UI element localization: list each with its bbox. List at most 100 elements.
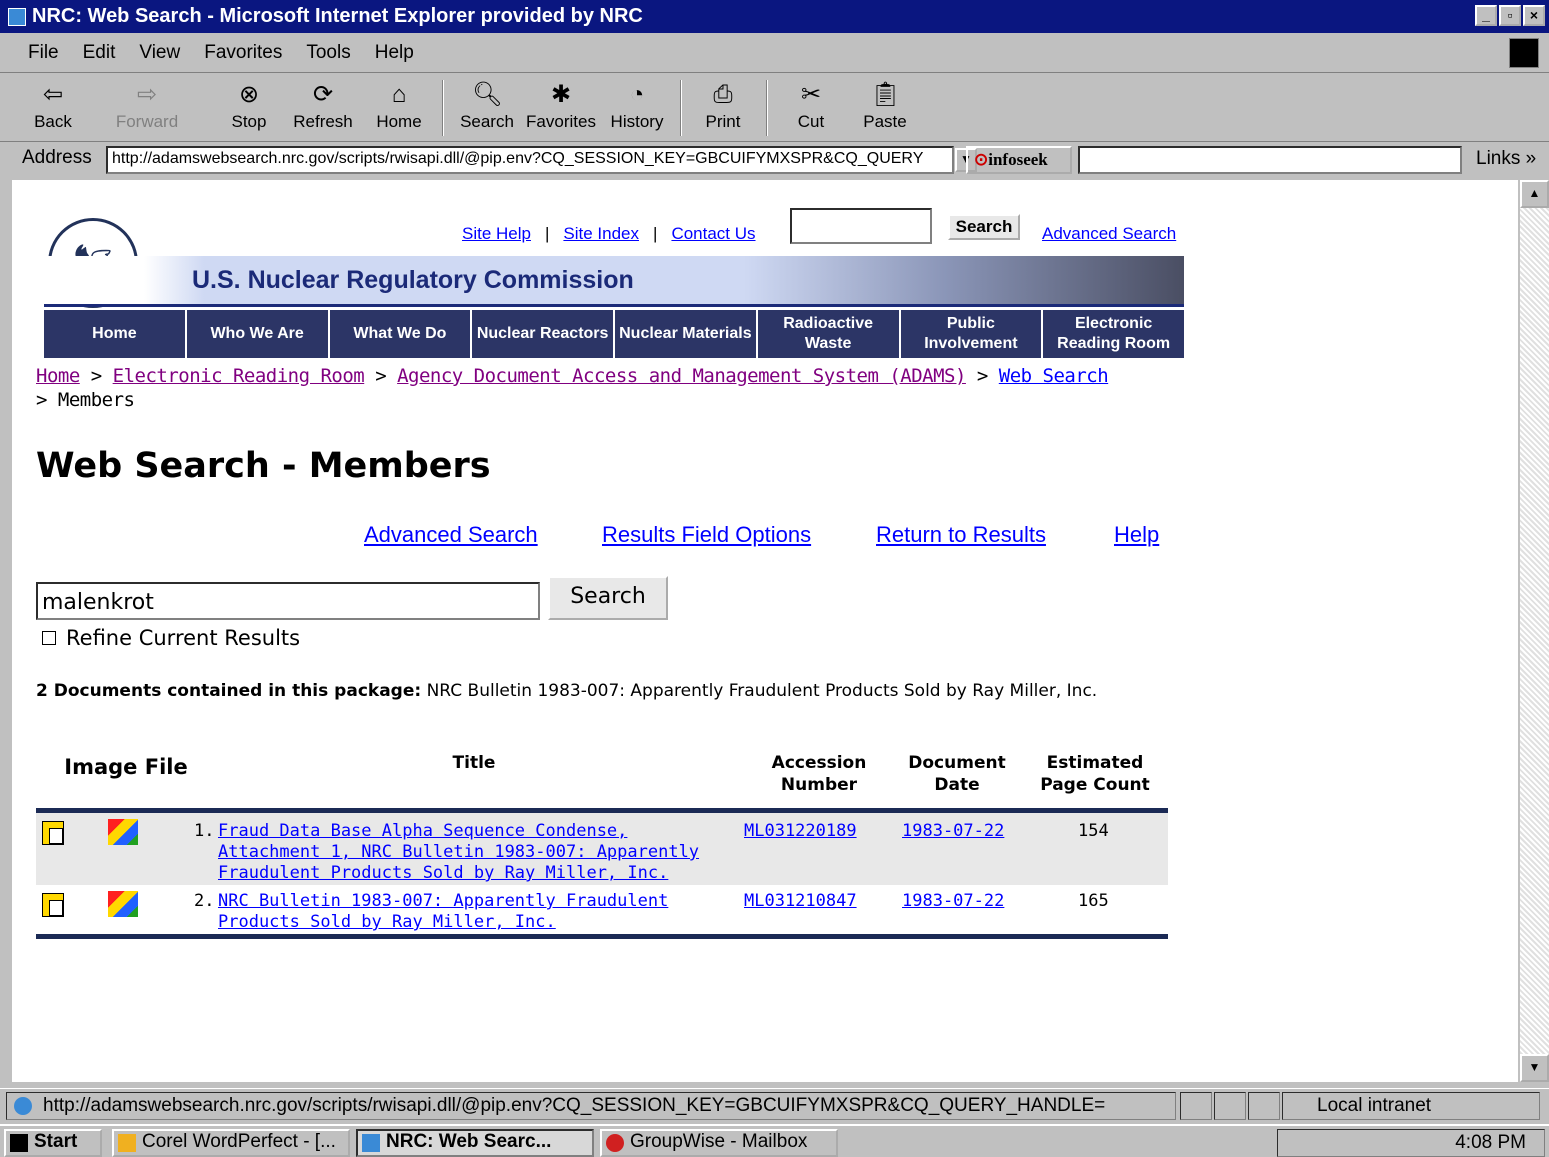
site-help-link[interactable]: Site Help — [462, 224, 531, 244]
menu-view[interactable]: View — [139, 42, 180, 64]
breadcrumb: Home > Electronic Reading Room > Agency … — [36, 365, 1109, 411]
nav-nuclear-reactors[interactable]: Nuclear Reactors — [472, 310, 615, 358]
col-estimated-page-count: Estimated Page Count — [1040, 753, 1150, 795]
ie-icon — [362, 1134, 380, 1152]
minimize-button[interactable]: _ — [1475, 5, 1497, 26]
history-button[interactable]: ◔ History — [602, 80, 672, 132]
menu-edit[interactable]: Edit — [83, 42, 116, 64]
results-field-options-link[interactable]: Results Field Options — [602, 522, 811, 548]
date-link[interactable]: 1983-07-22 — [902, 891, 1004, 912]
scissors-icon: ✂ — [800, 81, 822, 108]
col-image-file: Image File — [64, 755, 188, 779]
toolbar: ⇦ Back ⇨ Forward ⊗ Stop ⟳ Refresh ⌂ Home 🔍︎ Se… — [0, 74, 1549, 142]
header-advanced-search-link[interactable]: Advanced Search — [1042, 224, 1176, 244]
address-label: Address — [22, 147, 92, 168]
refine-checkbox[interactable] — [42, 631, 56, 645]
nav-electronic-reading-room[interactable]: Electronic Reading Room — [1043, 310, 1186, 358]
image-file-icon[interactable] — [108, 819, 138, 845]
menu-file[interactable]: File — [28, 42, 59, 64]
refine-checkbox-row[interactable]: Refine Current Results — [42, 626, 300, 650]
back-arrow-icon: ⇦ — [42, 81, 64, 108]
infoseek-button[interactable]: ⊙infoseek — [966, 146, 1072, 174]
date-link[interactable]: 1983-07-22 — [902, 821, 1004, 842]
main-nav: Home Who We Are What We Do Nuclear React… — [44, 310, 1186, 358]
favorites-icon: ✱ — [550, 81, 572, 108]
table-row: 2. NRC Bulletin 1983-007: Apparently Fra… — [36, 885, 1168, 935]
menu-tools[interactable]: Tools — [306, 42, 350, 64]
menu-help[interactable]: Help — [375, 42, 414, 64]
breadcrumb-current: Members — [57, 389, 135, 411]
breadcrumb-electronic-reading-room[interactable]: Electronic Reading Room — [113, 365, 365, 387]
refresh-button[interactable]: ⟳ Refresh — [288, 80, 358, 132]
windows-logo-icon — [10, 1134, 28, 1152]
nav-home[interactable]: Home — [44, 310, 187, 358]
vertical-scrollbar[interactable]: ▲ ▼ — [1520, 180, 1549, 1082]
nrc-banner: U.S. Nuclear Regulatory Commission — [44, 256, 1184, 304]
breadcrumb-home[interactable]: Home — [36, 365, 80, 387]
paste-button[interactable]: 📋︎ Paste — [850, 80, 920, 132]
groupwise-icon — [606, 1134, 624, 1152]
return-to-results-link[interactable]: Return to Results — [876, 522, 1046, 548]
document-file-icon[interactable] — [42, 821, 64, 845]
accession-link[interactable]: ML031220189 — [744, 821, 857, 842]
search-button[interactable]: 🔍︎ Search — [452, 80, 522, 132]
nav-what-we-do[interactable]: What We Do — [329, 310, 473, 358]
back-button[interactable]: ⇦ Back — [18, 80, 88, 132]
nav-public-involvement[interactable]: Public Involvement — [900, 310, 1044, 358]
ie-icon — [8, 7, 26, 26]
banner-title: U.S. Nuclear Regulatory Commission — [192, 266, 634, 294]
breadcrumb-web-search[interactable]: Web Search — [999, 365, 1109, 387]
query-input[interactable]: malenkrot — [36, 582, 540, 620]
links-button[interactable]: Links » — [1476, 148, 1536, 170]
task-ie[interactable]: NRC: Web Searc... — [356, 1129, 594, 1157]
site-index-link[interactable]: Site Index — [563, 224, 639, 244]
site-search-button[interactable]: Search — [948, 214, 1020, 240]
clipboard-icon: 📋︎ — [870, 81, 901, 108]
help-link[interactable]: Help — [1114, 522, 1159, 548]
clock: 4:08 PM — [1455, 1132, 1526, 1153]
task-wordperfect[interactable]: Corel WordPerfect - [... — [112, 1129, 350, 1157]
menu-favorites[interactable]: Favorites — [204, 42, 282, 64]
favorites-button[interactable]: ✱ Favorites — [526, 80, 596, 132]
start-button[interactable]: Start — [4, 1129, 102, 1157]
image-file-icon[interactable] — [108, 891, 138, 917]
row-title-link[interactable]: NRC Bulletin 1983-007: Apparently Fraudu… — [218, 891, 668, 933]
package-label: 2 Documents contained in this package: — [36, 681, 422, 701]
row-title-link[interactable]: Fraud Data Base Alpha Sequence Condense,… — [218, 821, 699, 884]
print-button[interactable]: ⎙ Print — [688, 80, 758, 132]
col-title: Title — [452, 753, 496, 773]
maximize-button[interactable]: ▫ — [1499, 5, 1521, 26]
contact-us-link[interactable]: Contact Us — [671, 224, 755, 244]
forward-button[interactable]: ⇨ Forward — [112, 80, 182, 132]
security-zone: Local intranet — [1282, 1092, 1540, 1120]
status-url: http://adamswebsearch.nrc.gov/scripts/rw… — [6, 1092, 1176, 1120]
col-accession-number: Accession Number — [771, 753, 867, 795]
page-count: 165 — [1078, 891, 1109, 911]
system-tray: 4:08 PM — [1277, 1129, 1545, 1157]
home-button[interactable]: ⌂ Home — [364, 80, 434, 132]
nav-who-we-are[interactable]: Who We Are — [186, 310, 330, 358]
breadcrumb-adams[interactable]: Agency Document Access and Management Sy… — [397, 365, 966, 387]
advanced-search-link[interactable]: Advanced Search — [364, 522, 538, 548]
nav-radioactive-waste[interactable]: Radioactive Waste — [757, 310, 901, 358]
package-description: 2 Documents contained in this package: N… — [36, 680, 1156, 702]
nav-nuclear-materials[interactable]: Nuclear Materials — [615, 310, 758, 358]
window-titlebar: NRC: Web Search - Microsoft Internet Exp… — [0, 0, 1549, 33]
package-text: NRC Bulletin 1983-007: Apparently Fraudu… — [426, 681, 1098, 701]
scroll-up-icon[interactable]: ▲ — [1520, 180, 1549, 208]
address-input[interactable]: http://adamswebsearch.nrc.gov/scripts/rw… — [106, 146, 954, 174]
cut-button[interactable]: ✂ Cut — [776, 80, 846, 132]
task-groupwise[interactable]: GroupWise - Mailbox — [600, 1129, 838, 1157]
accession-link[interactable]: ML031210847 — [744, 891, 857, 912]
query-search-button[interactable]: Search — [548, 576, 668, 620]
close-button[interactable]: × — [1523, 5, 1545, 26]
home-icon: ⌂ — [391, 81, 407, 108]
page-count: 154 — [1078, 821, 1109, 841]
site-search-input[interactable] — [790, 208, 932, 244]
search-icon: 🔍︎ — [472, 81, 503, 108]
infoseek-input[interactable] — [1078, 146, 1462, 174]
document-file-icon[interactable] — [42, 893, 64, 917]
page-content: 🦅︎ Site Help| Site Index| Contact Us Sea… — [12, 180, 1518, 1082]
scroll-down-icon[interactable]: ▼ — [1520, 1054, 1549, 1082]
stop-button[interactable]: ⊗ Stop — [214, 80, 284, 132]
